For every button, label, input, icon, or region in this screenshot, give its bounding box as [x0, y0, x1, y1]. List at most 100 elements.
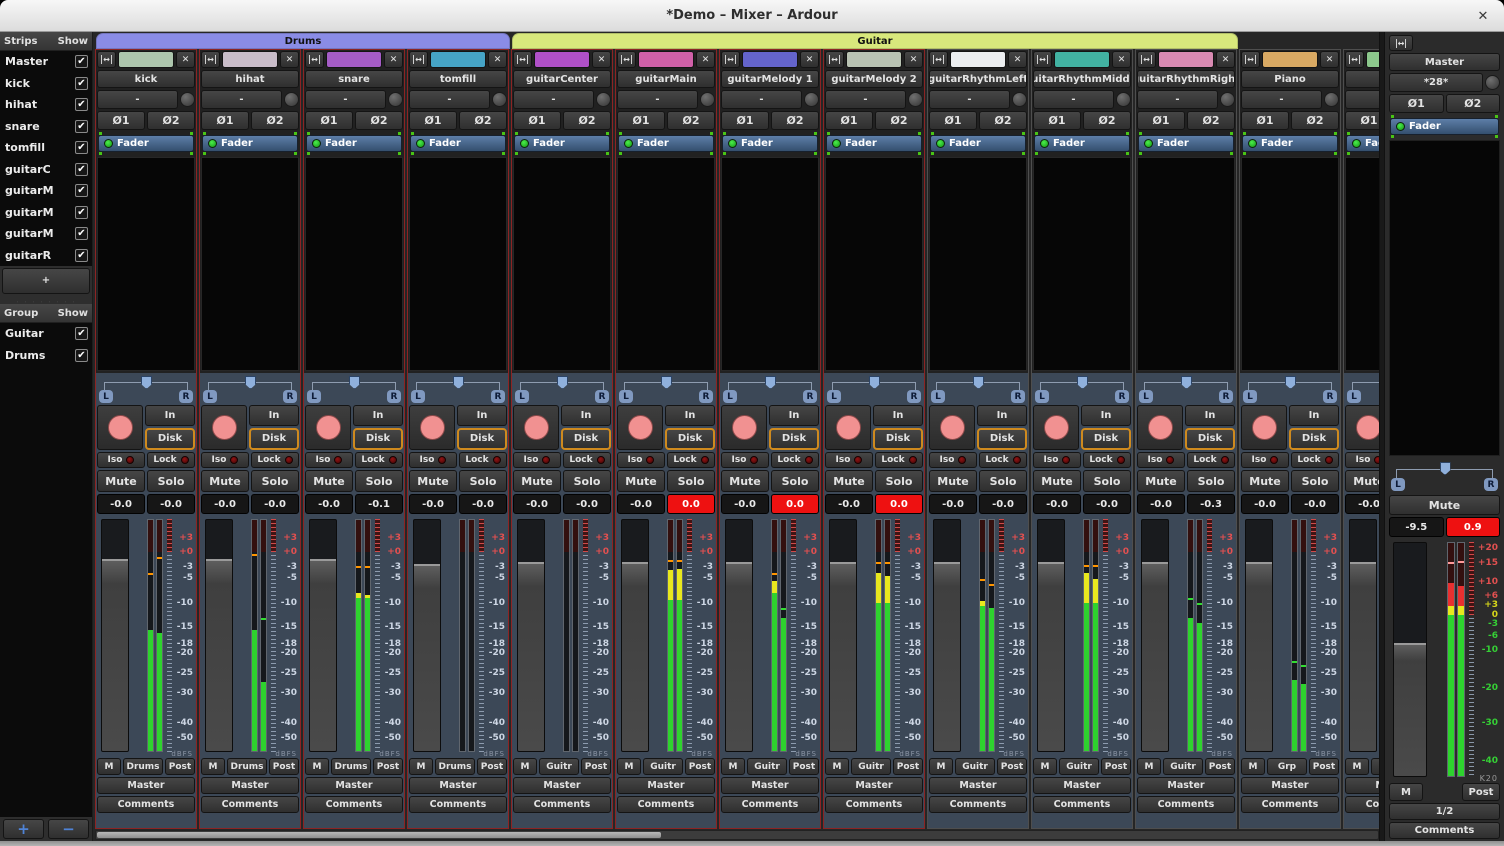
monitor-disk-button[interactable]: Disk	[977, 428, 1027, 451]
midi-button[interactable]: M	[513, 758, 537, 775]
gain-display[interactable]: -0.0	[1137, 494, 1185, 514]
processor-box[interactable]	[1137, 157, 1235, 371]
monitor-input-button[interactable]: In	[873, 405, 923, 426]
gain-display[interactable]: -0.0	[201, 494, 249, 514]
record-enable-button[interactable]	[409, 405, 455, 450]
fader[interactable]	[621, 519, 649, 752]
hide-strip-button[interactable]: ✕	[384, 51, 403, 68]
meter-point-button[interactable]: Post	[1205, 758, 1235, 775]
pan-control[interactable]: L R	[97, 375, 195, 403]
gain-display[interactable]: -0.0	[97, 494, 145, 514]
invert-phase-1-button[interactable]: Ø1	[721, 111, 769, 130]
solo-isolate-button[interactable]: Iso	[825, 452, 873, 468]
invert-phase-2-button[interactable]: Ø2	[459, 111, 507, 130]
master-name-button[interactable]: Master	[1389, 53, 1500, 71]
pan-control[interactable]: L R	[1241, 375, 1339, 403]
strip-color-swatch[interactable]	[742, 51, 798, 68]
solo-button[interactable]: Solo	[1291, 470, 1339, 492]
strip-name-button[interactable]: guitarMelody 1	[721, 70, 819, 88]
strip-width-toggle-button[interactable]: ↔	[721, 51, 740, 68]
solo-isolate-button[interactable]: Iso	[513, 452, 561, 468]
trim-control[interactable]: -	[929, 90, 1010, 109]
strip-color-swatch[interactable]	[1054, 51, 1110, 68]
pan-control[interactable]: L R	[409, 375, 507, 403]
strip-width-toggle-button[interactable]: ↔	[1137, 51, 1156, 68]
monitor-disk-button[interactable]: Disk	[1081, 428, 1131, 451]
output-button[interactable]: Master	[825, 777, 923, 794]
invert-phase-2-button[interactable]: Ø2	[147, 111, 195, 130]
visibility-checkbox[interactable]: ✔	[75, 327, 88, 340]
solo-lock-button[interactable]: Lock	[459, 452, 507, 468]
processor-box[interactable]	[409, 157, 507, 371]
master-fader[interactable]	[1393, 542, 1427, 777]
comments-button[interactable]: Comments	[201, 796, 299, 813]
midi-button[interactable]: M	[1033, 758, 1057, 775]
solo-isolate-button[interactable]: Iso	[721, 452, 769, 468]
gain-display[interactable]: -0.0	[513, 494, 561, 514]
strip-name-button[interactable]: guitarRhythmLeft	[929, 70, 1027, 88]
trim-control[interactable]: -	[201, 90, 282, 109]
mute-button[interactable]: Mute	[721, 470, 769, 492]
group-button[interactable]: Guitr	[851, 758, 891, 775]
meter-point-button[interactable]: Post	[1101, 758, 1131, 775]
monitor-input-button[interactable]: In	[977, 405, 1027, 426]
processor-box[interactable]	[1241, 157, 1339, 371]
fader[interactable]	[101, 519, 129, 752]
fader[interactable]	[1349, 519, 1377, 752]
solo-lock-button[interactable]: Lock	[1083, 452, 1131, 468]
master-peak-display[interactable]: 0.9	[1446, 517, 1501, 537]
invert-phase-1-button[interactable]: Ø1	[1137, 111, 1185, 130]
hide-strip-button[interactable]: ✕	[488, 51, 507, 68]
visibility-checkbox[interactable]: ✔	[75, 163, 88, 176]
visibility-checkbox[interactable]: ✔	[75, 55, 88, 68]
fader-processor[interactable]: Fader	[1034, 135, 1130, 152]
visibility-checkbox[interactable]: ✔	[75, 227, 88, 240]
visibility-checkbox[interactable]: ✔	[75, 141, 88, 154]
trim-knob[interactable]	[492, 92, 507, 107]
gain-display[interactable]: -0.0	[721, 494, 769, 514]
strip-name-button[interactable]: guitarMelody 2	[825, 70, 923, 88]
solo-lock-button[interactable]: Lock	[251, 452, 299, 468]
invert-phase-2-button[interactable]: Ø2	[667, 111, 715, 130]
fader-processor[interactable]: Fader	[930, 135, 1026, 152]
solo-isolate-button[interactable]: Iso	[929, 452, 977, 468]
strip-width-toggle-button[interactable]: ↔	[97, 51, 116, 68]
comments-button[interactable]: Comments	[1345, 796, 1379, 813]
solo-isolate-button[interactable]: Iso	[409, 452, 457, 468]
monitor-input-button[interactable]: In	[353, 405, 403, 426]
list-item[interactable]: guitarM ✔	[0, 180, 92, 202]
processor-box[interactable]	[929, 157, 1027, 371]
invert-phase-2-button[interactable]: Ø2	[1291, 111, 1339, 130]
invert-phase-1-button[interactable]: Ø1	[513, 111, 561, 130]
list-item[interactable]: Master ✔	[0, 51, 92, 73]
monitor-input-button[interactable]: In	[457, 405, 507, 426]
strip-name-button[interactable]: guitarRhythmMiddle	[1033, 70, 1131, 88]
solo-lock-button[interactable]: Lock	[355, 452, 403, 468]
trim-knob[interactable]	[1324, 92, 1339, 107]
fader[interactable]	[1245, 519, 1273, 752]
fader-processor[interactable]: Fader	[514, 135, 610, 152]
monitor-disk-button[interactable]: Disk	[145, 428, 195, 451]
record-enable-button[interactable]	[825, 405, 871, 450]
solo-lock-button[interactable]: Lock	[1187, 452, 1235, 468]
hide-strip-button[interactable]: ✕	[904, 51, 923, 68]
fader[interactable]	[1037, 519, 1065, 752]
peak-display[interactable]: 0.0	[771, 494, 819, 514]
solo-lock-button[interactable]: Lock	[979, 452, 1027, 468]
pane-splitter[interactable]: ﹒﹒﹒﹒﹒﹒﹒﹒	[0, 296, 92, 304]
monitor-disk-button[interactable]: Disk	[1289, 428, 1339, 451]
monitor-disk-button[interactable]: Disk	[769, 428, 819, 451]
invert-phase-1-button[interactable]: Ø1	[1241, 111, 1289, 130]
invert-phase-1-button[interactable]: Ø1	[97, 111, 145, 130]
processor-box[interactable]	[1345, 157, 1379, 371]
monitor-input-button[interactable]: In	[1289, 405, 1339, 426]
comments-button[interactable]: Comments	[97, 796, 195, 813]
trim-control[interactable]: -	[1033, 90, 1114, 109]
midi-button[interactable]: M	[201, 758, 225, 775]
peak-display[interactable]: -0.0	[147, 494, 195, 514]
visibility-checkbox[interactable]: ✔	[75, 184, 88, 197]
processor-active-led[interactable]	[1248, 139, 1257, 148]
hide-strip-button[interactable]: ✕	[696, 51, 715, 68]
midi-button[interactable]: M	[97, 758, 121, 775]
hide-strip-button[interactable]: ✕	[176, 51, 195, 68]
